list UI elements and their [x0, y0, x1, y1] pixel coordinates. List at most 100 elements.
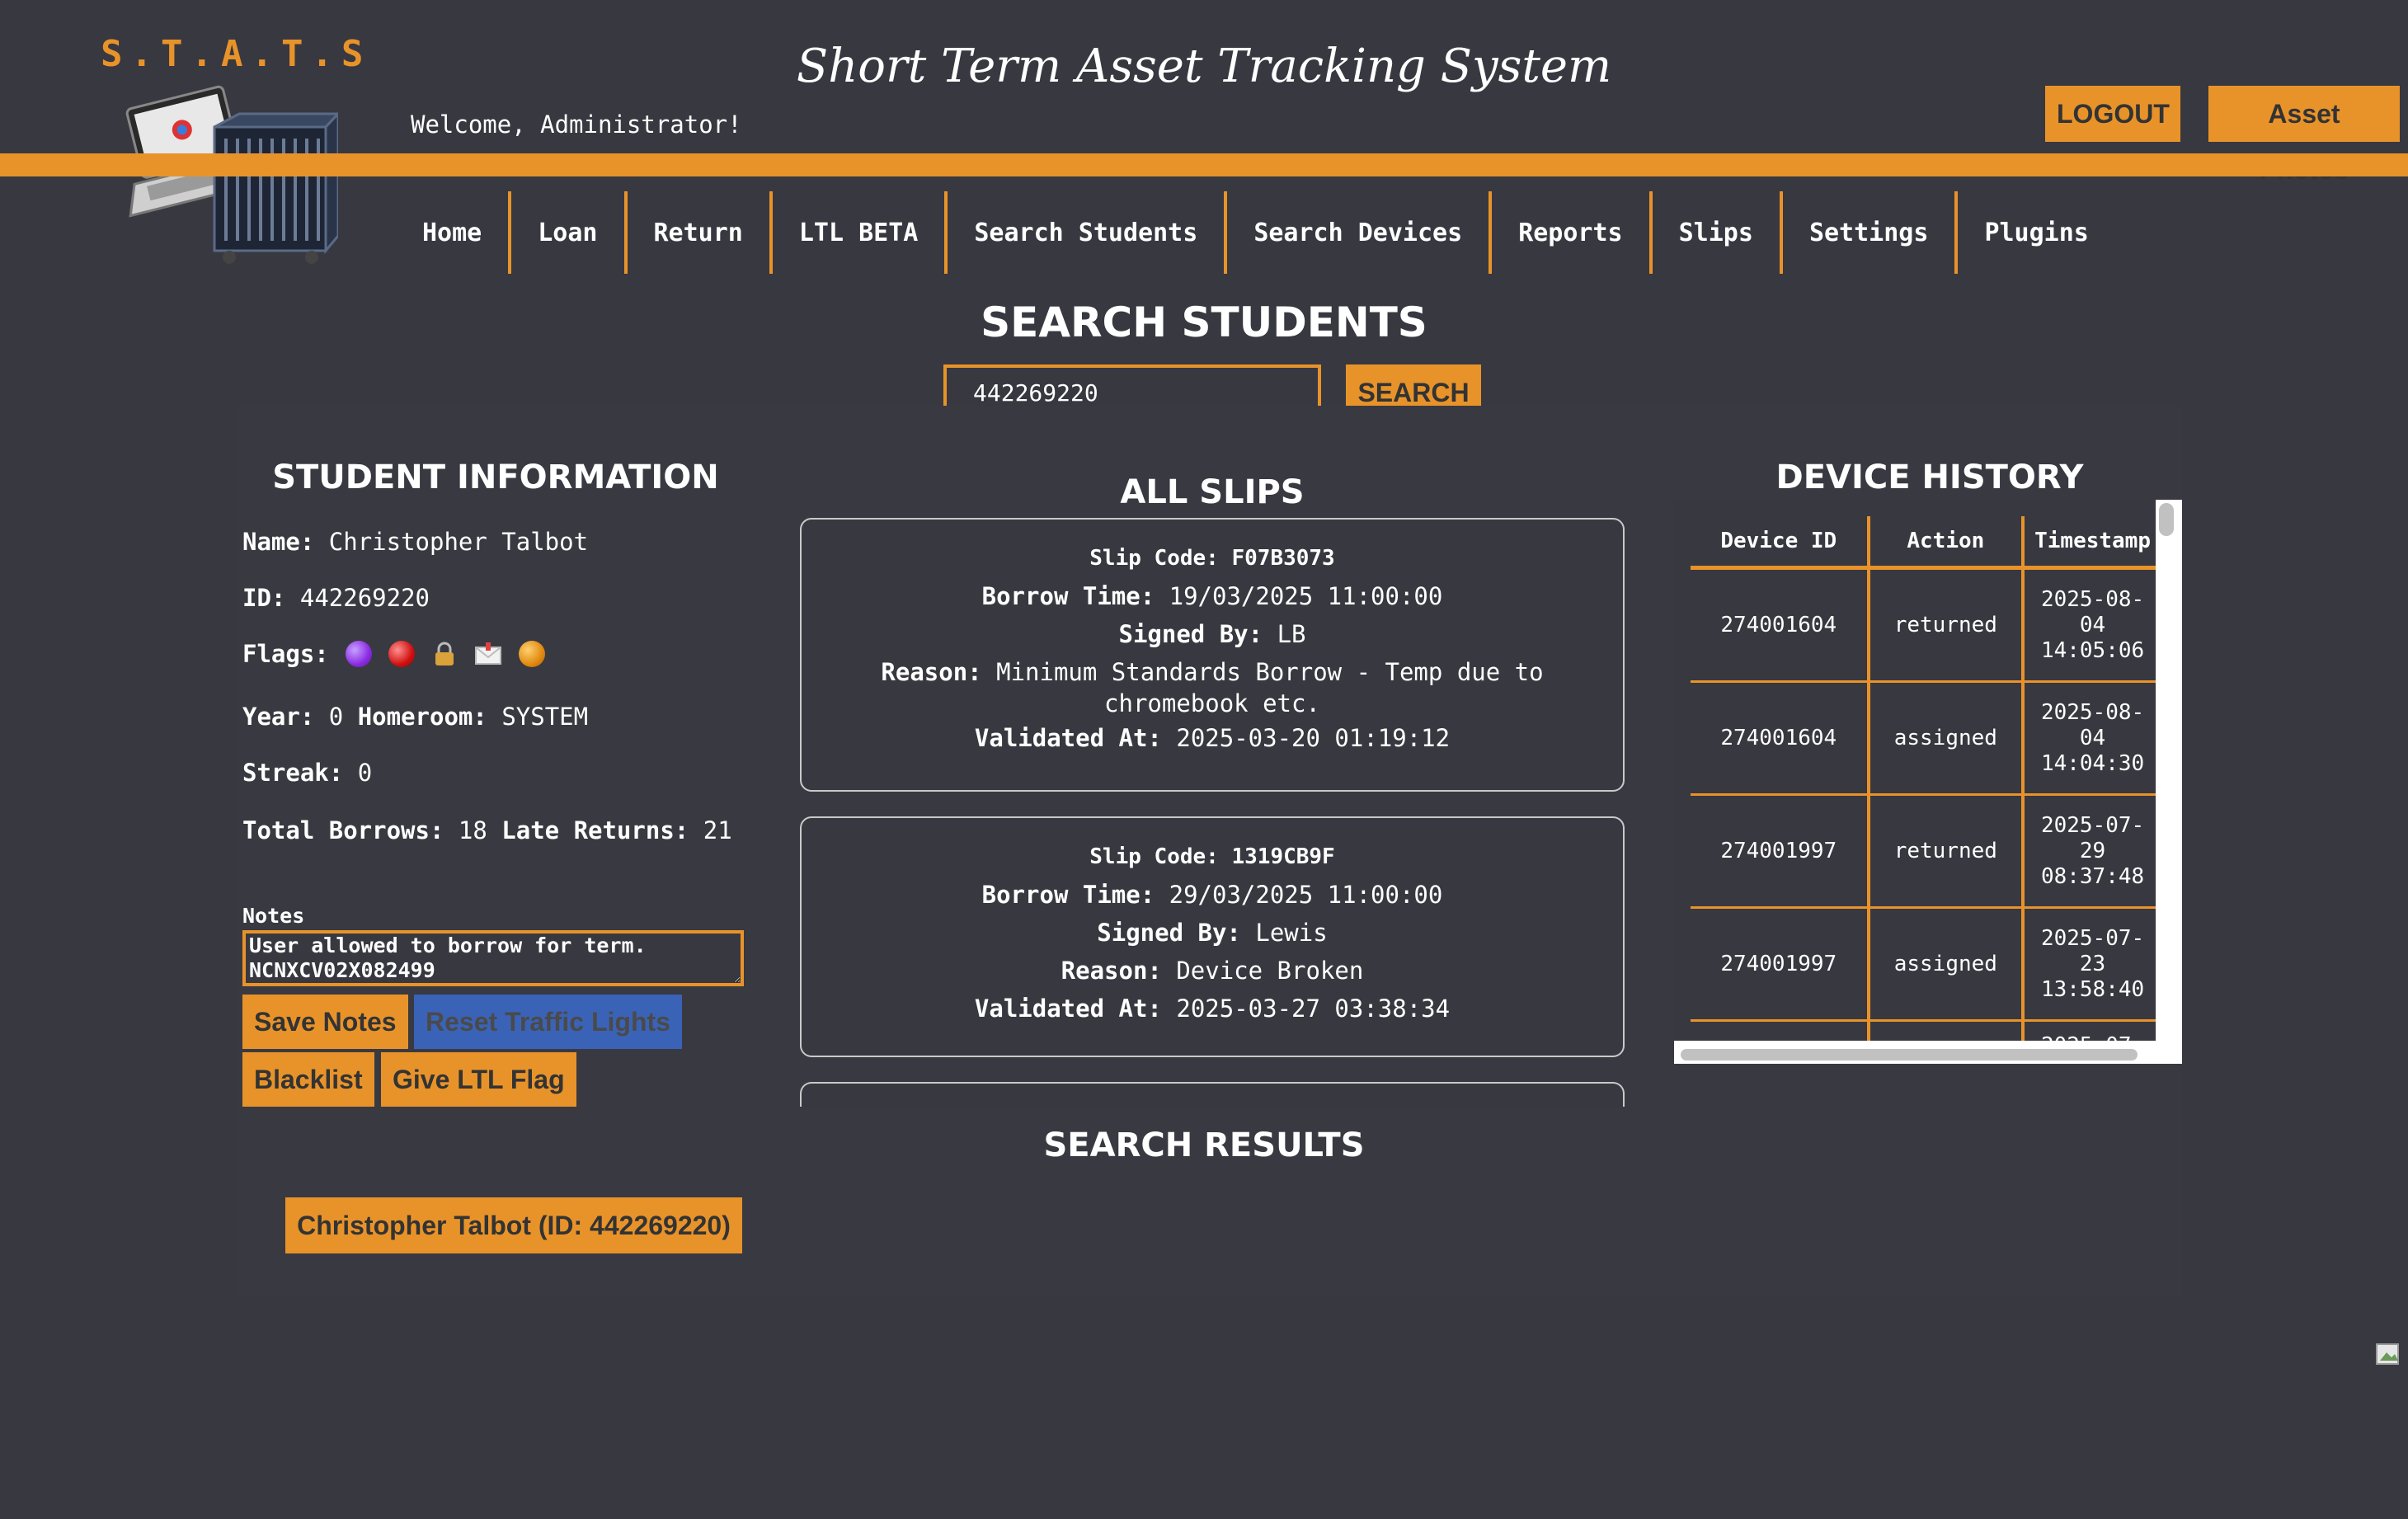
validated-label: Validated At: — [974, 995, 1162, 1023]
student-homeroom: SYSTEM — [501, 703, 589, 731]
total-borrows-label: Total Borrows: — [242, 816, 444, 844]
timestamp-cell: 2025-08-04 14:05:06 — [2023, 567, 2156, 683]
reset-traffic-lights-button[interactable]: Reset Traffic Lights — [414, 995, 682, 1049]
student-streak: 0 — [357, 759, 373, 787]
slip-code-label: Slip Code: — [1089, 844, 1219, 869]
student-name-row: Name: Christopher Talbot — [242, 528, 588, 556]
blacklist-button[interactable]: Blacklist — [242, 1052, 374, 1107]
reason-label: Reason: — [881, 658, 982, 686]
device-history-scroll[interactable]: Device ID Action Timestamp 274001604 ret… — [1674, 500, 2182, 1064]
vertical-scrollbar[interactable] — [2159, 503, 2174, 536]
nav-slips[interactable]: Slips — [1653, 191, 1783, 274]
asset-photos-button[interactable]: Asset Photos — [2208, 86, 2400, 185]
give-ltl-flag-button[interactable]: Give LTL Flag — [381, 1052, 576, 1107]
student-info-heading: STUDENT INFORMATION — [272, 459, 719, 496]
late-returns-label: Late Returns: — [501, 816, 689, 844]
orange-circle-icon — [518, 641, 545, 667]
reason: Device Broken — [1176, 957, 1364, 985]
borrow-time-label: Borrow Time: — [981, 582, 1155, 610]
broken-image-icon — [2375, 1341, 2403, 1369]
all-slips-heading: ALL SLIPS — [1120, 473, 1305, 511]
header-divider — [0, 153, 2408, 176]
table-header-row: Device ID Action Timestamp — [1691, 516, 2156, 570]
homeroom-label: Homeroom: — [357, 703, 487, 731]
validated-label: Validated At: — [974, 724, 1162, 752]
borrow-time-label: Borrow Time: — [981, 881, 1155, 909]
table-row: 274001604 returned 2025-08-04 14:05:06 — [1691, 567, 2156, 683]
device-id-cell: 274001997 — [1691, 907, 1870, 1022]
id-label: ID: — [242, 584, 286, 612]
borrow-time-row: Borrow Time: 29/03/2025 11:00:00 — [802, 876, 1623, 914]
main-nav: Home Loan Return LTL BETA Search Student… — [396, 191, 2115, 274]
logout-button[interactable]: LOGOUT — [2045, 86, 2180, 142]
student-year: 0 — [328, 703, 344, 731]
notes-label: Notes — [242, 904, 305, 928]
timestamp-cell: 2025-07-29 08:37:48 — [2023, 794, 2156, 909]
device-id-cell: 274001604 — [1691, 681, 1870, 796]
streak-row: Streak: 0 — [242, 759, 372, 787]
envelope-icon — [474, 641, 502, 667]
signed-by-row: Signed By: Lewis — [802, 914, 1623, 952]
signed-by-row: Signed By: LB — [802, 615, 1623, 653]
flags-row: Flags: — [242, 640, 545, 668]
action-cell: returned — [1868, 567, 2025, 683]
device-history-heading: DEVICE HISTORY — [1775, 459, 2084, 496]
slip-card: Slip Code: 1319CB9F Borrow Time: 29/03/2… — [800, 816, 1625, 1057]
total-borrows: 18 — [458, 816, 487, 844]
student-name: Christopher Talbot — [328, 528, 589, 556]
timestamp-cell: 2025-08-04 14:04:30 — [2023, 681, 2156, 796]
reason-row: Reason: Device Broken — [802, 952, 1623, 990]
streak-label: Streak: — [242, 759, 344, 787]
signed-by-label: Signed By: — [1118, 620, 1263, 648]
borrow-time: 19/03/2025 11:00:00 — [1169, 582, 1443, 610]
signed-by: LB — [1277, 620, 1306, 648]
reason: Minimum Standards Borrow - Temp due to c… — [996, 658, 1544, 717]
timestamp-cell: 2025-07- — [2023, 1020, 2156, 1041]
nav-home[interactable]: Home — [396, 191, 512, 274]
nav-plugins[interactable]: Plugins — [1958, 191, 2114, 274]
column-header-action: Action — [1868, 516, 2025, 570]
column-header-device-id: Device ID — [1691, 516, 1870, 570]
student-id-row: ID: 442269220 — [242, 584, 430, 612]
action-cell: assigned — [1868, 681, 2025, 796]
table-row: 274001604 assigned 2025-08-04 14:04:30 — [1691, 681, 2156, 796]
nav-reports[interactable]: Reports — [1492, 191, 1653, 274]
slip-code: F07B3073 — [1231, 546, 1335, 571]
device-history-table: Device ID Action Timestamp 274001604 ret… — [1691, 516, 2156, 1041]
notes-field[interactable]: User allowed to borrow for term. NCNXCV0… — [242, 930, 744, 986]
device-id-cell — [1691, 1020, 1870, 1041]
validated-row: Validated At: 2025-03-20 01:19:12 — [802, 719, 1623, 757]
search-result-button[interactable]: Christopher Talbot (ID: 442269220) — [285, 1197, 742, 1253]
slip-code-row: Slip Code: F07B3073 — [802, 539, 1623, 577]
validated-at: 2025-03-27 03:38:34 — [1176, 995, 1451, 1023]
table-row: 274001997 assigned 2025-07-23 13:58:40 — [1691, 907, 2156, 1022]
nav-search-devices[interactable]: Search Devices — [1227, 191, 1493, 274]
validated-row: Validated At: 2025-03-27 03:38:34 — [802, 990, 1623, 1028]
slip-card-partial — [800, 1082, 1625, 1107]
nav-settings[interactable]: Settings — [1783, 191, 1959, 274]
nav-loan[interactable]: Loan — [511, 191, 628, 274]
slip-code-row: Slip Code: 1319CB9F — [802, 838, 1623, 876]
action-cell: returned — [1868, 794, 2025, 909]
reason-row: Reason: Minimum Standards Borrow - Temp … — [802, 653, 1623, 719]
flags-label: Flags: — [242, 640, 329, 668]
save-notes-button[interactable]: Save Notes — [242, 995, 408, 1049]
horizontal-scrollbar[interactable] — [1681, 1049, 2138, 1060]
nav-ltl-beta[interactable]: LTL BETA — [773, 191, 948, 274]
action-cell: assigned — [1868, 907, 2025, 1022]
action-cell — [1868, 1020, 2025, 1041]
borrows-row: Total Borrows: 18 Late Returns: 21 — [242, 815, 754, 846]
year-homeroom-row: Year: 0 Homeroom: SYSTEM — [242, 703, 588, 731]
signed-by-label: Signed By: — [1097, 919, 1241, 947]
validated-at: 2025-03-20 01:19:12 — [1176, 724, 1451, 752]
purple-circle-icon — [345, 641, 372, 667]
slip-code: 1319CB9F — [1231, 844, 1335, 869]
table-row: 274001997 returned 2025-07-29 08:37:48 — [1691, 794, 2156, 909]
reason-label: Reason: — [1061, 957, 1162, 985]
timestamp-cell: 2025-07-23 13:58:40 — [2023, 907, 2156, 1022]
student-id: 442269220 — [299, 584, 430, 612]
nav-return[interactable]: Return — [628, 191, 773, 274]
name-label: Name: — [242, 528, 315, 556]
signed-by: Lewis — [1255, 919, 1328, 947]
nav-search-students[interactable]: Search Students — [948, 191, 1228, 274]
